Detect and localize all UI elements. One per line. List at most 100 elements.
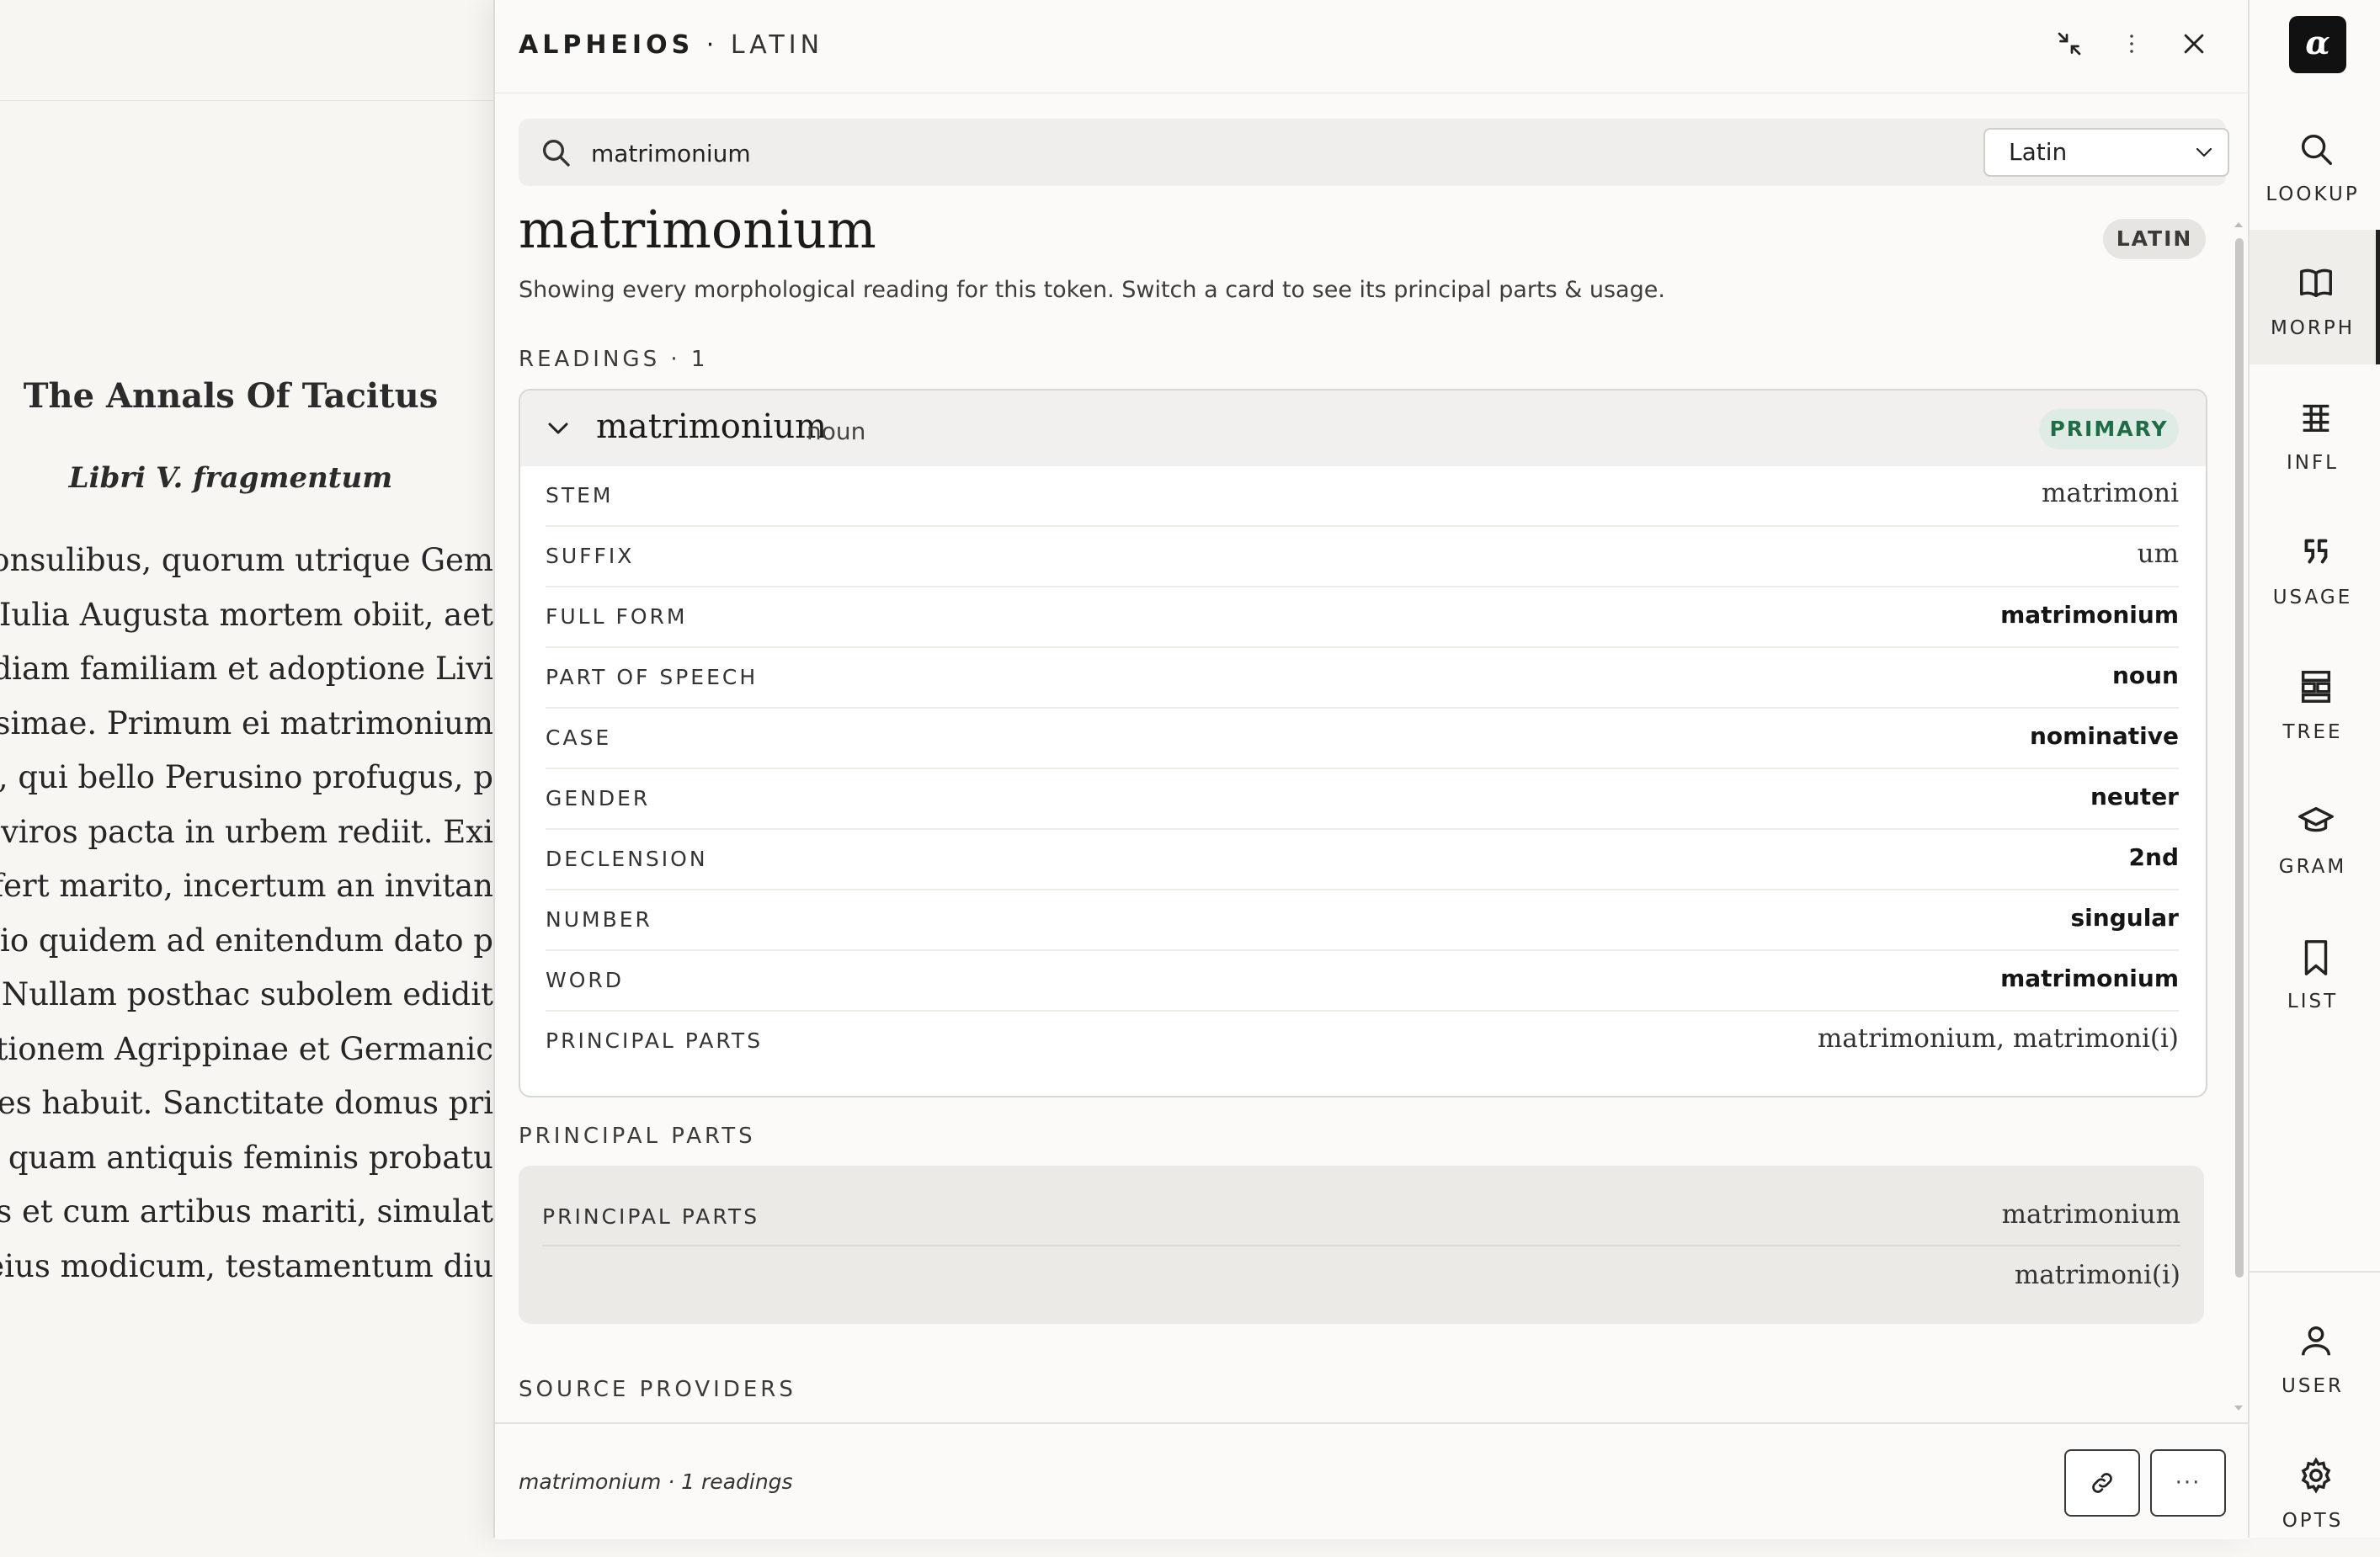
reading-pos: noun	[807, 417, 866, 445]
principal-part-value: matrimoni(i)	[2014, 1260, 2180, 1290]
feature-row: FULL FORM matrimonium	[546, 587, 2179, 648]
close-icon	[2184, 34, 2204, 54]
alpheios-logo[interactable]: α	[2289, 16, 2346, 73]
feature-key: GENDER	[546, 786, 651, 810]
passage-line[interactable]: mviros pacta in urbem rediit. Exi	[0, 805, 493, 860]
principal-parts-key: PRINCIPAL PARTS	[542, 1204, 760, 1229]
passage-line[interactable]: ne, qui bello Perusino profugus, p	[0, 751, 493, 805]
passage-text: consulibus, quorum utrique Gem t, Iulia …	[0, 534, 493, 1294]
rail-label: MORPH	[2270, 317, 2356, 339]
rail-item-usage[interactable]: USAGE	[2250, 499, 2380, 634]
feature-row: SUFFIX um	[546, 527, 2179, 587]
principal-parts-section-label: PRINCIPAL PARTS	[519, 1124, 756, 1149]
rail-label: USAGE	[2272, 587, 2353, 608]
gear-icon	[2301, 1457, 2331, 1494]
rail-item-lookup[interactable]: LOOKUP	[2250, 96, 2380, 231]
rail-label: USER	[2281, 1375, 2344, 1397]
scrollbar-thumb[interactable]	[2235, 238, 2244, 1278]
copy-link-button[interactable]	[2064, 1449, 2140, 1517]
panel-footer: matrimonium · 1 readings ···	[495, 1422, 2250, 1539]
feature-value: matrimonium, matrimoni(i)	[1817, 1023, 2179, 1054]
user-icon	[2301, 1326, 2331, 1356]
rail-item-opts[interactable]: OPTS	[2250, 1422, 2380, 1557]
feature-key: STEM	[546, 483, 614, 507]
language-badge: LATIN	[2103, 219, 2206, 259]
panel-menu-button[interactable]	[2113, 25, 2150, 62]
primary-badge: PRIMARY	[2039, 409, 2179, 449]
principal-parts-row: matrimoni(i)	[542, 1245, 2180, 1305]
passage-line[interactable]: nctionem Agrippinae et Germanic	[0, 1023, 493, 1077]
passage-line[interactable]: t, Iulia Augusta mortem obiit, aet	[0, 588, 493, 643]
passage-line[interactable]: ra quam antiquis feminis probatu	[0, 1131, 493, 1186]
word-title: matrimonium	[519, 199, 876, 260]
tree-icon	[2301, 671, 2331, 703]
rail-item-morph[interactable]: MORPH	[2250, 230, 2380, 364]
passage-line[interactable]: ilis et cum artibus mariti, simulat	[0, 1185, 493, 1240]
rail-item-list[interactable]: LIST	[2250, 903, 2380, 1038]
feature-value: matrimonium	[2000, 601, 2179, 629]
book-subtitle: Libri V. fragmentum	[68, 461, 393, 495]
principal-parts-box: PRINCIPAL PARTS matrimonium matrimoni(i)	[519, 1166, 2204, 1324]
rail-item-tree[interactable]: TREE	[2250, 634, 2380, 768]
feature-value: nominative	[2030, 722, 2179, 750]
language-select[interactable]: Latin	[1983, 128, 2229, 177]
search-icon	[543, 140, 570, 167]
rail-item-gram[interactable]: GRAM	[2250, 768, 2380, 903]
rail-item-user[interactable]: USER	[2250, 1288, 2380, 1422]
feature-key: PART OF SPEECH	[546, 665, 759, 689]
rail-item-infl[interactable]: INFL	[2250, 364, 2380, 499]
feature-row: DECLENSION 2nd	[546, 830, 2179, 890]
chevron-down-icon	[2196, 147, 2212, 157]
feature-key: SUFFIX	[546, 544, 635, 568]
feature-value: matrimoni	[2041, 478, 2179, 508]
feature-value: um	[2137, 539, 2179, 569]
collapse-button[interactable]	[2051, 25, 2088, 62]
source-providers-section-label: SOURCE PROVIDERS	[519, 1377, 796, 1402]
rail-label: LOOKUP	[2266, 183, 2360, 205]
book-icon	[2300, 268, 2332, 298]
reading-card: matrimonium noun PRIMARY STEM matrimoni …	[519, 389, 2207, 1097]
feature-value: 2nd	[2128, 843, 2179, 871]
feature-row: STEM matrimoni	[546, 466, 2179, 527]
passage-line[interactable]: udiam familiam et adoptione Livi	[0, 642, 493, 697]
collapse-icon	[2058, 32, 2081, 56]
feature-value: noun	[2111, 662, 2179, 689]
close-panel-button[interactable]	[2175, 25, 2212, 62]
passage-line[interactable]: ssimae. Primum ei matrimonium	[0, 697, 493, 752]
lookup-search-bar: Latin	[519, 119, 2229, 186]
feature-key: DECLENSION	[546, 847, 708, 871]
passage-line[interactable]: t. Nullam posthac subolem edidit	[0, 968, 493, 1023]
feature-key: WORD	[546, 968, 625, 992]
language-select-value: Latin	[2009, 138, 2068, 166]
passage-line[interactable]: eius modicum, testamentum diu	[0, 1240, 493, 1294]
panel-header: ALPHEIOS · LATIN	[495, 0, 2250, 93]
scroll-down-arrow-icon[interactable]	[2233, 1404, 2244, 1412]
more-options-button[interactable]: ···	[2150, 1449, 2226, 1517]
feature-value: singular	[2070, 904, 2179, 932]
panel-scroll-area[interactable]: matrimonium LATIN Showing every morpholo…	[495, 194, 2250, 1418]
reading-card-header[interactable]: matrimonium noun PRIMARY	[520, 391, 2206, 466]
feature-key: NUMBER	[546, 907, 652, 932]
feature-row: NUMBER singular	[546, 890, 2179, 951]
passage-line[interactable]: ufert marito, incertum an invitan	[0, 859, 493, 914]
feature-value: neuter	[2090, 783, 2179, 810]
rail-label: INFL	[2286, 452, 2340, 474]
feature-key: PRINCIPAL PARTS	[546, 1028, 764, 1053]
feature-row: GENDER neuter	[546, 769, 2179, 830]
passage-line[interactable]: atio quidem ad enitendum dato p	[0, 914, 493, 969]
graduation-cap-icon	[2298, 806, 2334, 832]
more-options-label: ···	[2175, 1470, 2202, 1496]
panel-brand: ALPHEIOS · LATIN	[519, 30, 824, 60]
book-title: The Annals Of Tacitus	[23, 376, 439, 416]
passage-line[interactable]: consulibus, quorum utrique Gem	[0, 534, 493, 588]
feature-row: PART OF SPEECH noun	[546, 648, 2179, 709]
feature-row: WORD matrimonium	[546, 951, 2179, 1012]
entry-description: Showing every morphological reading for …	[519, 277, 1665, 303]
search-input[interactable]	[589, 130, 1603, 176]
alpheios-panel: ALPHEIOS · LATIN Latin	[493, 0, 2250, 1539]
passage-line[interactable]: otes habuit. Sanctitate domus pri	[0, 1076, 493, 1131]
search-icon	[2301, 134, 2332, 165]
reading-lemma: matrimonium	[596, 407, 828, 446]
scroll-up-arrow-icon[interactable]	[2233, 221, 2244, 229]
feature-key: FULL FORM	[546, 604, 688, 629]
